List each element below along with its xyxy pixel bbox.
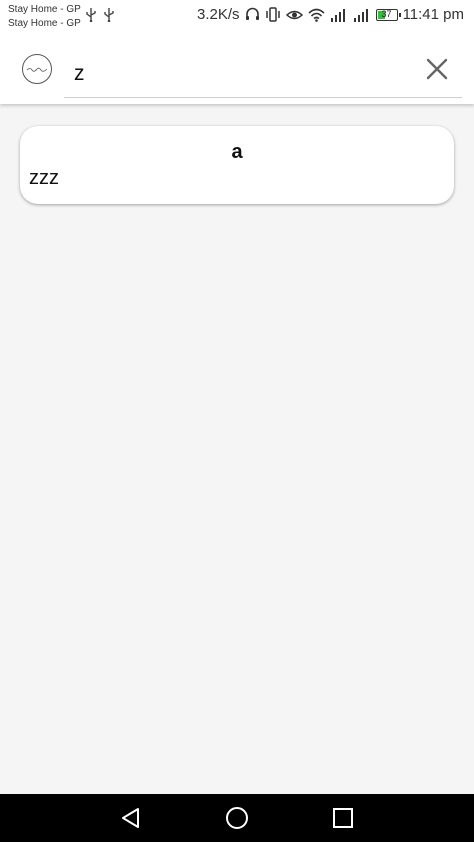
battery-level: 37 — [381, 8, 392, 19]
battery-tip — [398, 12, 401, 17]
notification-text: Stay Home - GP — [8, 4, 81, 15]
app-screen: Stay Home - GP Stay Home - GP 3.2K/s 37 … — [0, 0, 474, 842]
eye-icon — [285, 10, 303, 19]
status-indicators: 3.2K/s 37 11:41 pm — [197, 6, 464, 23]
status-bar: Stay Home - GP Stay Home - GP 3.2K/s 37 … — [0, 0, 474, 36]
back-icon[interactable] — [119, 806, 143, 830]
signal-icon — [330, 8, 345, 22]
result-card[interactable]: a zzz — [20, 126, 454, 204]
usb-icon — [86, 8, 96, 22]
search-header — [0, 36, 474, 104]
navigation-bar — [0, 794, 474, 842]
notification-text: Stay Home - GP — [8, 18, 81, 29]
result-title: a — [231, 141, 243, 163]
wifi-icon — [308, 8, 325, 22]
signal-icon — [353, 8, 368, 22]
notification-texts: Stay Home - GP Stay Home - GP — [8, 3, 81, 31]
battery-icon: 37 — [375, 8, 401, 21]
home-icon[interactable] — [225, 806, 249, 830]
close-icon — [426, 58, 448, 80]
usb-icons — [86, 8, 114, 22]
recents-icon[interactable] — [331, 806, 355, 830]
search-input[interactable] — [64, 50, 462, 98]
clock: 11:41 pm — [402, 6, 464, 23]
close-button[interactable] — [424, 56, 450, 82]
net-speed: 3.2K/s — [197, 6, 240, 23]
headset-icon — [245, 7, 259, 20]
avatar[interactable] — [22, 54, 52, 84]
vibrate-icon — [265, 7, 280, 22]
result-body: zzz — [29, 167, 59, 189]
usb-icon — [104, 8, 114, 22]
signature-icon — [26, 67, 48, 72]
